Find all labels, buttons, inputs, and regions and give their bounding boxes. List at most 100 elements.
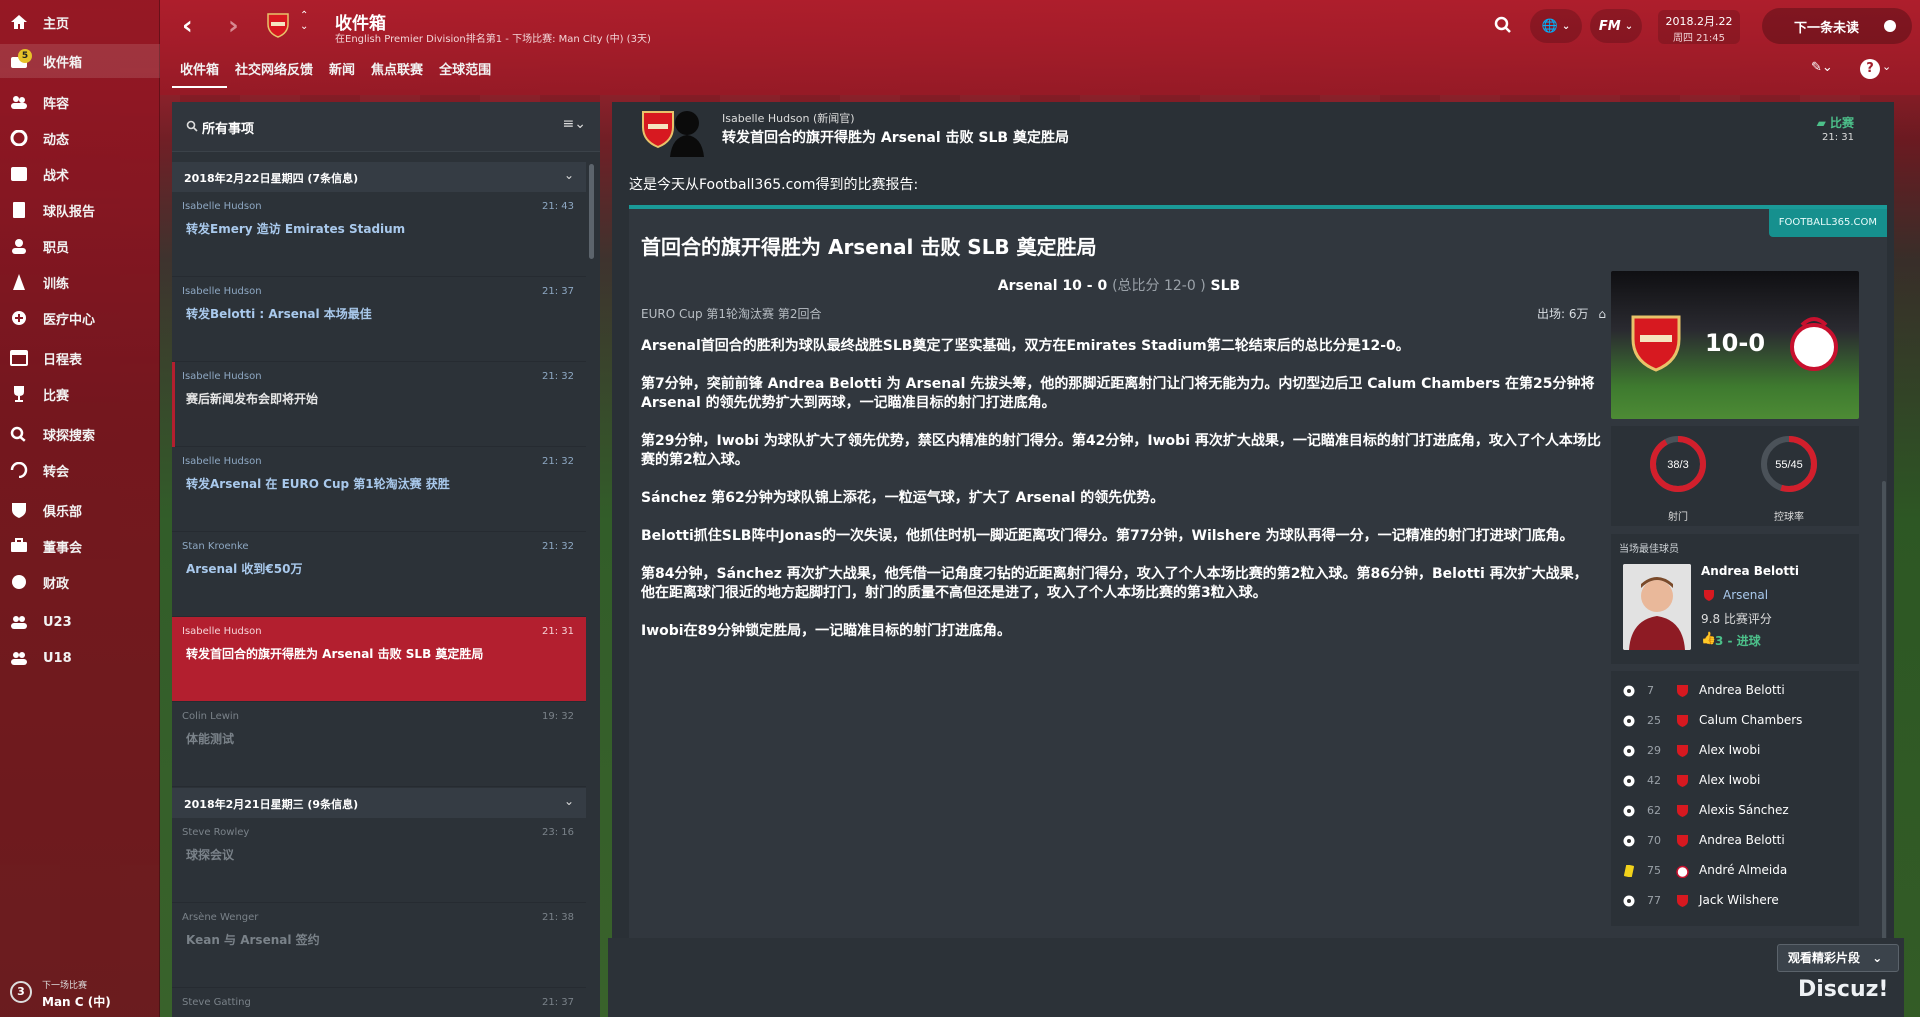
sidebar-item-matches[interactable]: 比赛 (0, 377, 160, 411)
match-image[interactable]: 10-0 (1611, 271, 1859, 419)
goal-ball-icon (1623, 775, 1635, 787)
event-player[interactable]: Alex Iwobi (1699, 773, 1760, 787)
list-menu-icon[interactable]: ≡⌄ (563, 116, 586, 132)
match-event-row[interactable]: 70 Andrea Belotti (1611, 826, 1859, 856)
message-time: 21: 31 (542, 626, 574, 637)
next-match-widget[interactable]: 3 下一场比赛 Man C (中) (10, 975, 150, 1009)
forward-arrow-icon[interactable]: › (228, 13, 239, 39)
message-time: 19: 32 (542, 711, 574, 722)
event-player[interactable]: Alex Iwobi (1699, 743, 1760, 757)
message-subject: 球探会议 (186, 848, 235, 862)
report-paragraph: 第29分钟，Iwobi 为球队扩大了领先优势，禁区内精准的射门得分。第42分钟，… (641, 433, 1601, 468)
inbox-list-panel: 所有事项 ≡⌄ 2018年2月22日星期四 (7条信息) ⌄ Isabelle … (172, 102, 600, 1017)
sidebar-item-training[interactable]: 训练 (0, 265, 160, 299)
motm-club[interactable]: Arsenal (1723, 588, 1768, 602)
event-player[interactable]: Andrea Belotti (1699, 683, 1785, 697)
match-event-row[interactable]: 62 Alexis Sánchez (1611, 796, 1859, 826)
arsenal-crest-icon (1676, 744, 1689, 758)
message-item[interactable]: Isabelle Hudson 21: 37 转发Belotti : Arsen… (172, 277, 586, 362)
date-group-title: 2018年2月21日星期三 (9条信息) (184, 798, 359, 811)
watch-highlights-button[interactable]: 观看精彩片段 ⌄ (1777, 944, 1899, 972)
game-date[interactable]: 2018.2月.22 周四 21:45 (1658, 10, 1740, 44)
sidebar-item-label: 俱乐部 (43, 504, 83, 520)
match-tag[interactable]: ▰ 比赛 (1817, 114, 1854, 131)
edit-pencil-icon[interactable]: ✎⌄ (1811, 60, 1833, 75)
next-unread-button[interactable]: 下一条未读 (1762, 8, 1912, 44)
sidebar-item-tactics[interactable]: 战术 (0, 157, 160, 191)
match-event-row[interactable]: 29 Alex Iwobi (1611, 736, 1859, 766)
chevron-down-icon: ⌄ (563, 168, 574, 182)
date-group-header[interactable]: 2018年2月21日星期三 (9条信息) ⌄ (172, 788, 586, 818)
sidebar-item-team-report[interactable]: 球队报告 (0, 193, 160, 227)
sidebar-item-staff[interactable]: 职员 (0, 229, 160, 263)
sidebar-item-home[interactable]: 主页 (0, 5, 160, 39)
message-sender: Isabelle Hudson (182, 456, 262, 467)
event-player[interactable]: Calum Chambers (1699, 713, 1802, 727)
message-item[interactable]: Isabelle Hudson 21: 43 转发Emery 造访 Emirat… (172, 192, 586, 277)
squad-icon (10, 94, 28, 110)
message-sender: Isabelle Hudson (182, 201, 262, 212)
date-group-header[interactable]: 2018年2月22日星期四 (7条信息) ⌄ (172, 162, 586, 192)
club-switch-chevron-icon[interactable]: ⌃ ⌄ (300, 10, 308, 32)
man-of-the-match[interactable]: 当场最佳球员 Andrea Belotti Arsenal 9.8 比赛评分 👍… (1611, 534, 1859, 664)
sidebar-item-transfers[interactable]: 转会 (0, 453, 160, 487)
match-event-row[interactable]: 75 André Almeida (1611, 856, 1859, 886)
message-item[interactable]: Steve Rowley 23: 16 球探会议 (172, 818, 586, 903)
tab-worldwide[interactable]: 全球范围 (431, 60, 499, 88)
fm-menu-button[interactable]: FM ⌄ (1590, 9, 1642, 43)
message-time: 23: 16 (542, 827, 574, 838)
date-group-title: 2018年2月22日星期四 (7条信息) (184, 172, 359, 185)
sidebar-item-schedule[interactable]: 日程表 (0, 341, 160, 375)
sidebar-item-medical[interactable]: 医疗中心 (0, 301, 160, 335)
message-item-selected[interactable]: Isabelle Hudson 21: 31 转发首回合的旗开得胜为 Arsen… (172, 617, 586, 702)
motm-heading: 当场最佳球员 (1619, 544, 1679, 555)
sidebar-item-club[interactable]: 俱乐部 (0, 493, 160, 527)
help-icon[interactable]: ? (1860, 59, 1880, 79)
chevron-down-icon[interactable]: ⌄ (1882, 60, 1891, 73)
message-item[interactable]: Isabelle Hudson 21: 32 转发Arsenal 在 EURO … (172, 447, 586, 532)
sidebar-item-dynamics[interactable]: 动态 (0, 121, 160, 155)
sidebar-item-board[interactable]: 董事会 (0, 529, 160, 563)
message-sender: Steve Rowley (182, 827, 250, 838)
report-title: 首回合的旗开得胜为 Arsenal 击败 SLB 奠定胜局 (641, 235, 1097, 259)
message-item[interactable]: Isabelle Hudson 21: 32 赛后新闻发布会即将开始 (172, 362, 586, 447)
message-item[interactable]: Colin Lewin 19: 32 体能测试 (172, 702, 586, 787)
arsenal-crest-icon (1676, 894, 1689, 908)
message-item[interactable]: Stan Kroenke 21: 32 Arsenal 收到€50万 (172, 532, 586, 617)
sidebar-item-scouting[interactable]: 球探搜索 (0, 417, 160, 451)
sidebar-scrollbar[interactable] (1882, 481, 1886, 1017)
sidebar-item-u18[interactable]: U18 (0, 641, 160, 675)
message-sender: Isabelle Hudson (182, 371, 262, 382)
sidebar-item-u23[interactable]: U23 (0, 605, 160, 639)
match-event-row[interactable]: 77 Jack Wilshere (1611, 886, 1859, 916)
sidebar-item-label: 主页 (43, 16, 70, 32)
world-menu-button[interactable]: 🌐 ⌄ (1530, 9, 1582, 43)
sidebar-item-finance[interactable]: 财政 (0, 565, 160, 599)
event-player[interactable]: André Almeida (1699, 863, 1787, 877)
match-event-row[interactable]: 42 Alex Iwobi (1611, 766, 1859, 796)
event-player[interactable]: Andrea Belotti (1699, 833, 1785, 847)
back-arrow-icon[interactable]: ‹ (182, 13, 193, 39)
source-tag[interactable]: FOOTBALL365.COM (1768, 209, 1887, 237)
match-event-row[interactable]: 7 Andrea Belotti (1611, 676, 1859, 706)
sidebar-item-inbox[interactable]: 5 收件箱 (0, 44, 160, 78)
tab-social-feedback[interactable]: 社交网络反馈 (227, 60, 321, 88)
message-item[interactable]: Arsène Wenger 21: 38 Kean 与 Arsenal 签约 (172, 903, 586, 988)
dynamics-icon (10, 129, 28, 147)
arsenal-crest-icon[interactable] (265, 12, 291, 38)
search-icon[interactable] (1494, 16, 1512, 38)
competition-info: EURO Cup 第1轮淘汰赛 第2回合 (641, 307, 822, 321)
sidebar-item-squad[interactable]: 阵容 (0, 85, 160, 119)
tab-news[interactable]: 新闻 (321, 60, 363, 88)
message-item[interactable]: Steve Gatting 21: 37 (172, 988, 586, 1017)
event-player[interactable]: Alexis Sánchez (1699, 803, 1789, 817)
inbox-filter-bar[interactable]: 所有事项 ≡⌄ (172, 102, 600, 152)
chevron-down-icon: ⌄ (1561, 20, 1571, 32)
chevron-down-icon: ⌄ (1624, 20, 1634, 32)
tab-focus-leagues[interactable]: 焦点联赛 (363, 60, 431, 88)
event-player[interactable]: Jack Wilshere (1699, 893, 1779, 907)
match-event-row[interactable]: 25 Calum Chambers (1611, 706, 1859, 736)
tab-inbox[interactable]: 收件箱 (172, 60, 228, 88)
message-time: 21: 38 (542, 912, 574, 923)
list-scrollbar[interactable] (589, 164, 594, 259)
